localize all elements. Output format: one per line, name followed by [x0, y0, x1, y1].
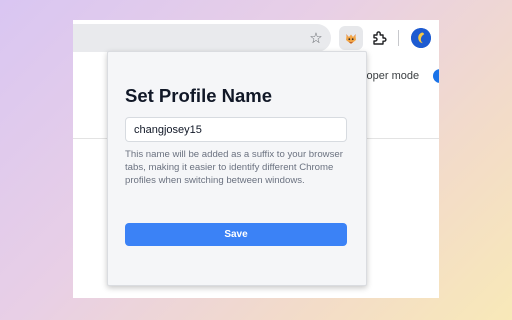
- profile-name-input[interactable]: [125, 117, 347, 142]
- profile-avatar-icon[interactable]: [411, 28, 431, 48]
- help-text: This name will be added as a suffix to y…: [125, 149, 343, 186]
- profile-name-extension-button[interactable]: [339, 26, 363, 50]
- save-button[interactable]: Save: [125, 223, 347, 246]
- popup-title: Set Profile Name: [125, 85, 273, 106]
- profile-name-extension-icon: [346, 34, 356, 44]
- puzzle-icon[interactable]: [370, 29, 388, 47]
- address-bar[interactable]: [73, 24, 331, 52]
- toolbar-divider: [398, 30, 399, 46]
- bookmark-star-icon[interactable]: ☆: [308, 30, 324, 46]
- extension-popup: Set Profile Name This name will be added…: [107, 51, 367, 286]
- developer-mode-label: eloper mode: [358, 70, 420, 82]
- avatar-glyph-icon: [411, 28, 431, 48]
